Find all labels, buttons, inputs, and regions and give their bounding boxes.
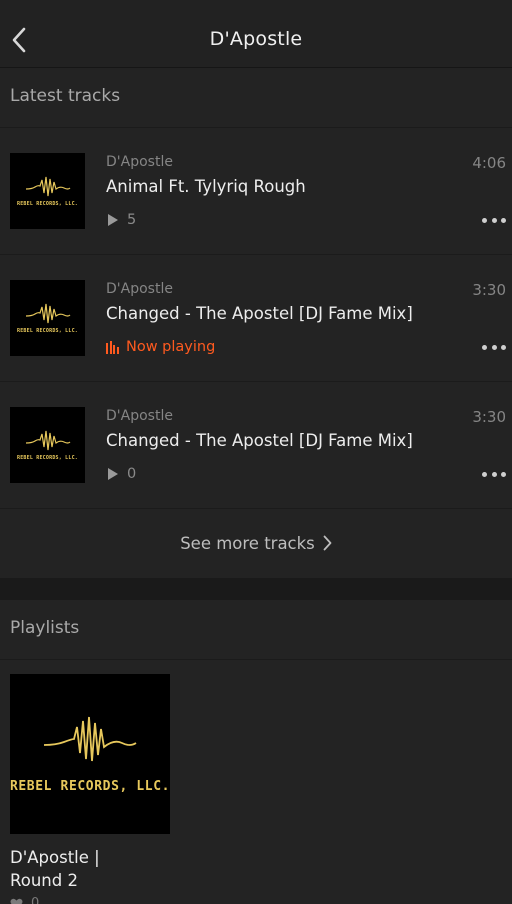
artwork-label: REBEL RECORDS, LLC. (17, 200, 78, 207)
more-options-button[interactable] (482, 214, 506, 226)
play-count-value: 5 (127, 212, 137, 228)
track-duration: 4:06 (472, 154, 506, 172)
see-more-tracks-button[interactable]: See more tracks (0, 508, 512, 578)
play-icon (108, 214, 118, 226)
latest-tracks-header: Latest tracks (0, 68, 512, 128)
heart-icon (10, 898, 23, 904)
playlist-title[interactable]: D'Apostle | Round 2 (10, 846, 120, 892)
track-title[interactable]: Changed - The Apostel [DJ Fame Mix] (106, 304, 413, 323)
equalizer-icon (106, 340, 120, 354)
track-duration: 3:30 (472, 281, 506, 299)
soundwave-logo-icon (25, 176, 70, 196)
now-playing-label: Now playing (126, 339, 216, 355)
section-title: Playlists (10, 618, 80, 638)
track-title[interactable]: Changed - The Apostel [DJ Fame Mix] (106, 431, 413, 450)
play-count-value: 0 (127, 466, 137, 482)
likes-count: 0 (31, 896, 40, 904)
track-artist[interactable]: D'Apostle (106, 408, 173, 424)
playlist-likes: 0 (10, 896, 170, 904)
artwork-label: REBEL RECORDS, LLC. (17, 454, 78, 461)
track-artwork: REBEL RECORDS, LLC. (10, 153, 85, 229)
more-dots-icon (482, 471, 487, 477)
see-more-label: See more tracks (180, 533, 315, 553)
section-title: Latest tracks (10, 86, 121, 106)
track-artist[interactable]: D'Apostle (106, 154, 173, 170)
play-count: 5 (106, 210, 136, 230)
chevron-right-icon (323, 535, 332, 551)
play-count: 0 (106, 464, 136, 484)
soundwave-logo-icon (25, 430, 70, 450)
more-options-button[interactable] (482, 468, 506, 480)
track-artist[interactable]: D'Apostle (106, 281, 173, 297)
track-artwork: REBEL RECORDS, LLC. (10, 280, 85, 356)
more-dots-icon (482, 344, 487, 350)
artwork-label: REBEL RECORDS, LLC. (9, 778, 171, 794)
soundwave-logo-icon (25, 303, 70, 323)
artwork-label: REBEL RECORDS, LLC. (17, 327, 78, 334)
more-dots-icon (482, 217, 487, 223)
more-options-button[interactable] (482, 341, 506, 353)
soundwave-logo-icon (43, 716, 137, 761)
track-row[interactable]: REBEL RECORDS, LLC. D'Apostle Animal Ft.… (0, 128, 512, 255)
track-row[interactable]: REBEL RECORDS, LLC. D'Apostle Changed - … (0, 382, 512, 509)
playlist-card[interactable]: REBEL RECORDS, LLC. D'Apostle | Round 2 … (10, 674, 170, 904)
playlists-header: Playlists (0, 600, 512, 660)
track-duration: 3:30 (472, 408, 506, 426)
now-playing-indicator: Now playing (106, 337, 215, 357)
track-title[interactable]: Animal Ft. Tylyriq Rough (106, 177, 306, 196)
play-icon (108, 468, 118, 480)
track-artwork: REBEL RECORDS, LLC. (10, 407, 85, 483)
playlist-artwork[interactable]: REBEL RECORDS, LLC. (10, 674, 170, 834)
track-row[interactable]: REBEL RECORDS, LLC. D'Apostle Changed - … (0, 255, 512, 382)
top-bar: D'Apostle (0, 0, 512, 68)
section-divider (0, 578, 512, 600)
page-title: D'Apostle (209, 28, 303, 50)
